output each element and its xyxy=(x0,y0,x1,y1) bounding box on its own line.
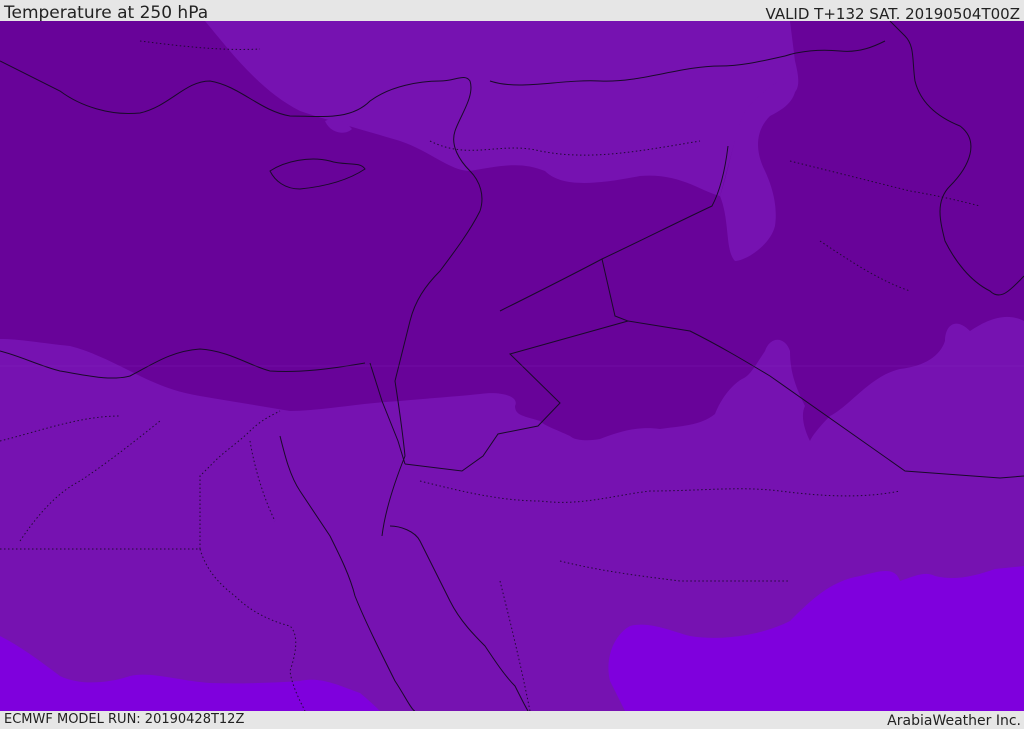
footer-bar: ECMWF MODEL RUN: 20190428T12Z ArabiaWeat… xyxy=(0,711,1024,729)
temperature-map xyxy=(0,21,1024,711)
map-title: Temperature at 250 hPa xyxy=(4,3,209,23)
credit-label: ArabiaWeather Inc. xyxy=(887,713,1021,729)
model-run-label: ECMWF MODEL RUN: 20190428T12Z xyxy=(4,712,245,727)
header-bar: Temperature at 250 hPa VALID T+132 SAT. … xyxy=(0,0,1024,23)
